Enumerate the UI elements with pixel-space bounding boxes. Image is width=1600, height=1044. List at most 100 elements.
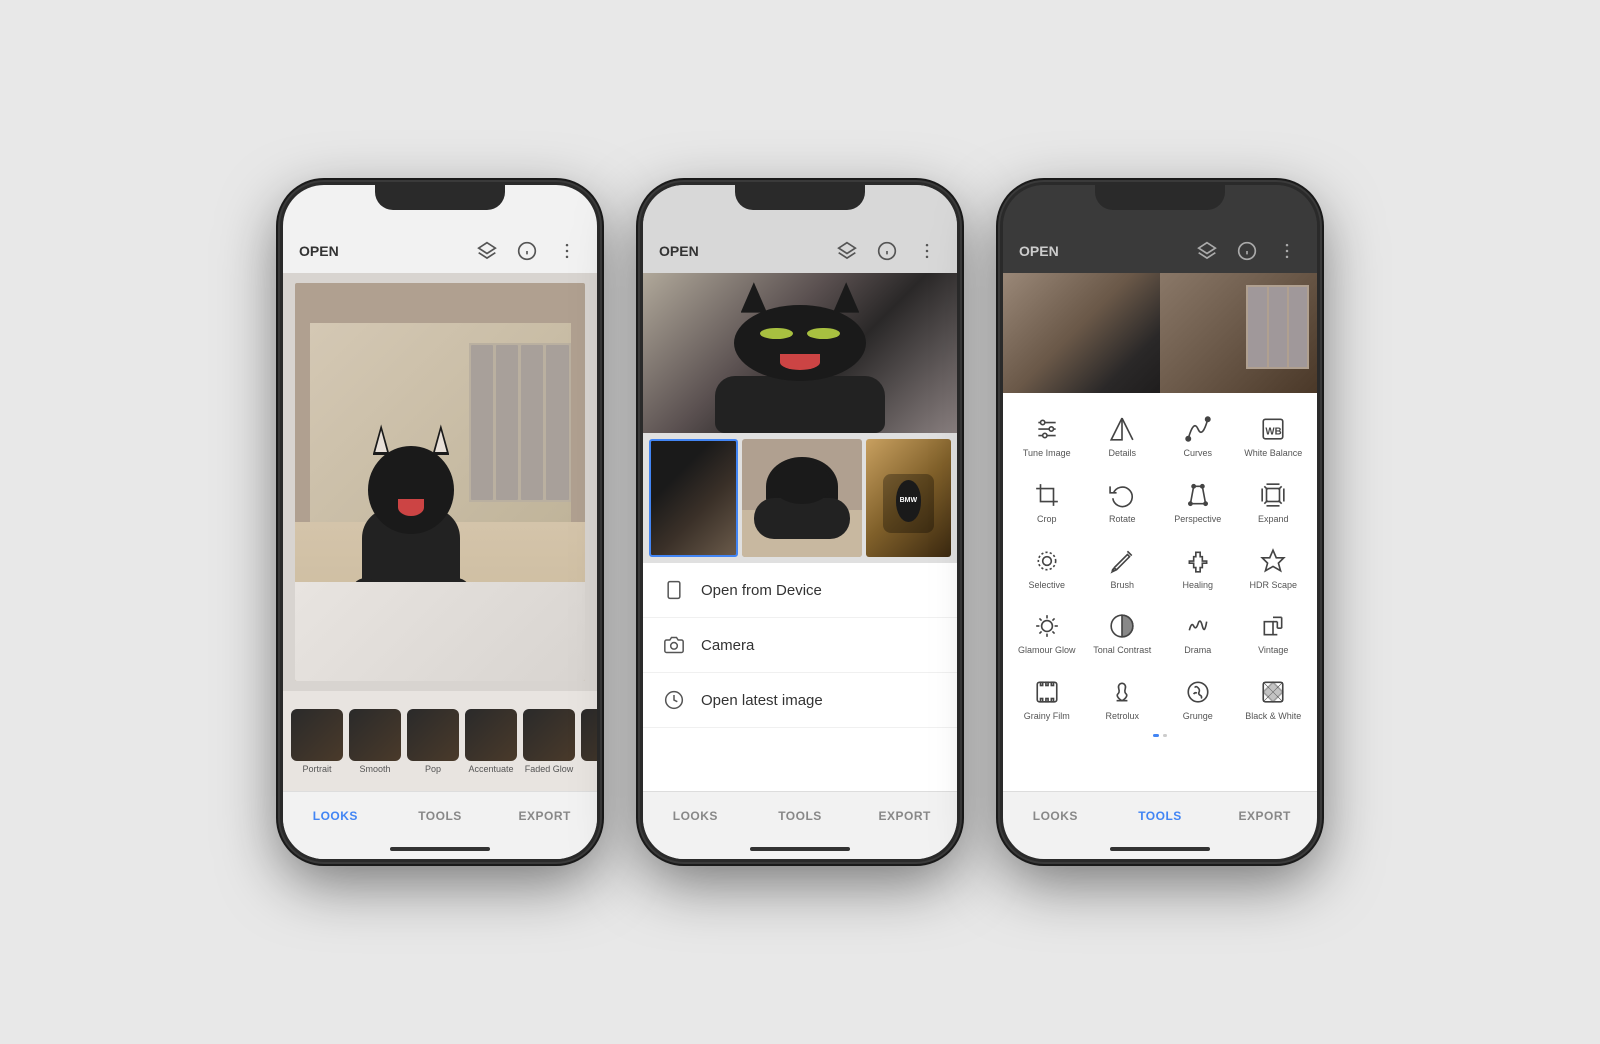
tool-hdr-label: HDR Scape: [1249, 580, 1297, 591]
tool-brush[interactable]: Brush: [1087, 537, 1159, 599]
tool-curves-label: Curves: [1183, 448, 1212, 459]
healing-icon: [1184, 547, 1212, 575]
top-bar-2: OPEN: [643, 229, 957, 273]
look-label-accentuate: Accentuate: [468, 764, 513, 774]
tool-wb[interactable]: WB White Balance: [1238, 405, 1310, 467]
layers-icon-3[interactable]: [1193, 237, 1221, 265]
nav-looks-3[interactable]: LOOKS: [1003, 809, 1108, 823]
tool-grainy[interactable]: Grainy Film: [1011, 668, 1083, 730]
nav-looks-2[interactable]: LOOKS: [643, 809, 748, 823]
nav-tools-3[interactable]: TOOLS: [1108, 809, 1213, 823]
bw-icon: [1259, 678, 1287, 706]
clock-icon: [663, 689, 685, 711]
tool-selective[interactable]: Selective: [1011, 537, 1083, 599]
tool-tonal[interactable]: Tonal Contrast: [1087, 602, 1159, 664]
phone-3: OPEN: [1000, 182, 1320, 862]
menu-camera[interactable]: Camera: [643, 618, 957, 673]
tool-rotate[interactable]: Rotate: [1087, 471, 1159, 533]
look-thumb-pop: [407, 709, 459, 761]
tool-vintage[interactable]: Vintage: [1238, 602, 1310, 664]
nav-export-1[interactable]: EXPORT: [492, 809, 597, 823]
tool-perspective-label: Perspective: [1174, 514, 1221, 525]
look-accentuate[interactable]: Accentuate: [465, 709, 517, 774]
nav-looks-1[interactable]: LOOKS: [283, 809, 388, 823]
top-icons-1: [473, 237, 581, 265]
tool-grunge-label: Grunge: [1183, 711, 1213, 722]
bottom-nav-1: LOOKS TOOLS EXPORT: [283, 791, 597, 839]
notch-2: [735, 182, 865, 210]
more-icon-2[interactable]: [913, 237, 941, 265]
looks-strip-1: Portrait Smooth Pop Accentuate Faded Glo…: [283, 691, 597, 791]
tool-selective-label: Selective: [1028, 580, 1065, 591]
open-button-3[interactable]: OPEN: [1019, 243, 1193, 259]
top-icons-3: [1193, 237, 1301, 265]
look-portrait[interactable]: Portrait: [291, 709, 343, 774]
photo-2[interactable]: [742, 439, 861, 557]
nav-tools-2[interactable]: TOOLS: [748, 809, 853, 823]
bottom-nav-3: LOOKS TOOLS EXPORT: [1003, 791, 1317, 839]
tool-hdr[interactable]: HDR Scape: [1238, 537, 1310, 599]
image-area-1: [283, 273, 597, 691]
tool-grunge[interactable]: Grunge: [1162, 668, 1234, 730]
tool-healing[interactable]: Healing: [1162, 537, 1234, 599]
look-thumb-faded-glow: [523, 709, 575, 761]
open-button-1[interactable]: OPEN: [299, 243, 473, 259]
tool-drama[interactable]: Drama: [1162, 602, 1234, 664]
tool-curves[interactable]: Curves: [1162, 405, 1234, 467]
layers-icon-1[interactable]: [473, 237, 501, 265]
crop-icon: [1033, 481, 1061, 509]
bottom-nav-2: LOOKS TOOLS EXPORT: [643, 791, 957, 839]
look-thumb-smooth: [349, 709, 401, 761]
info-icon-1[interactable]: [513, 237, 541, 265]
menu-latest[interactable]: Open latest image: [643, 673, 957, 728]
wb-icon: WB: [1259, 415, 1287, 443]
tool-retrolux-label: Retrolux: [1105, 711, 1139, 722]
tool-retrolux[interactable]: Retrolux: [1087, 668, 1159, 730]
menu-open-device[interactable]: Open from Device: [643, 563, 957, 618]
brush-icon: [1108, 547, 1136, 575]
notch-3: [1095, 182, 1225, 210]
tonal-icon: [1108, 612, 1136, 640]
phone-2: OPEN: [640, 182, 960, 862]
tool-details[interactable]: Details: [1087, 405, 1159, 467]
more-icon-3[interactable]: [1273, 237, 1301, 265]
tool-drama-label: Drama: [1184, 645, 1211, 656]
tool-glamour[interactable]: Glamour Glow: [1011, 602, 1083, 664]
svg-text:WB: WB: [1266, 426, 1282, 437]
tool-tune-image[interactable]: Tune Image: [1011, 405, 1083, 467]
open-button-2[interactable]: OPEN: [659, 243, 833, 259]
photo-2-thumb: [742, 439, 861, 557]
photo-1-thumb: [651, 441, 736, 555]
cat-image-1: [295, 283, 585, 681]
nav-export-2[interactable]: EXPORT: [852, 809, 957, 823]
nav-export-3[interactable]: EXPORT: [1212, 809, 1317, 823]
tool-healing-label: Healing: [1182, 580, 1213, 591]
look-thumb-accentuate: [465, 709, 517, 761]
phone-icon: [663, 579, 685, 601]
photo-3-thumb: BMW: [866, 439, 951, 557]
look-extra[interactable]: M: [581, 709, 597, 774]
photo-1-selected[interactable]: [649, 439, 738, 557]
layers-icon-2[interactable]: [833, 237, 861, 265]
look-smooth[interactable]: Smooth: [349, 709, 401, 774]
menu-list-2: Open from Device Camera: [643, 563, 957, 791]
nav-tools-1[interactable]: TOOLS: [388, 809, 493, 823]
tool-bw[interactable]: Black & White: [1238, 668, 1310, 730]
look-pop[interactable]: Pop: [407, 709, 459, 774]
home-indicator-1: [283, 839, 597, 859]
photo-3-bmw[interactable]: BMW: [866, 439, 951, 557]
bedding: [295, 582, 585, 682]
info-icon-2[interactable]: [873, 237, 901, 265]
tool-crop[interactable]: Crop: [1011, 471, 1083, 533]
scroll-dots: [1011, 730, 1309, 741]
home-indicator-2: [643, 839, 957, 859]
look-thumb-portrait: [291, 709, 343, 761]
info-icon-3[interactable]: [1233, 237, 1261, 265]
look-faded-glow[interactable]: Faded Glow: [523, 709, 575, 774]
tool-perspective[interactable]: Perspective: [1162, 471, 1234, 533]
tool-expand[interactable]: Expand: [1238, 471, 1310, 533]
tool-bw-label: Black & White: [1245, 711, 1301, 722]
more-icon-1[interactable]: [553, 237, 581, 265]
tools-panel-3: Tune Image Details: [1003, 393, 1317, 791]
tool-glamour-label: Glamour Glow: [1018, 645, 1076, 656]
